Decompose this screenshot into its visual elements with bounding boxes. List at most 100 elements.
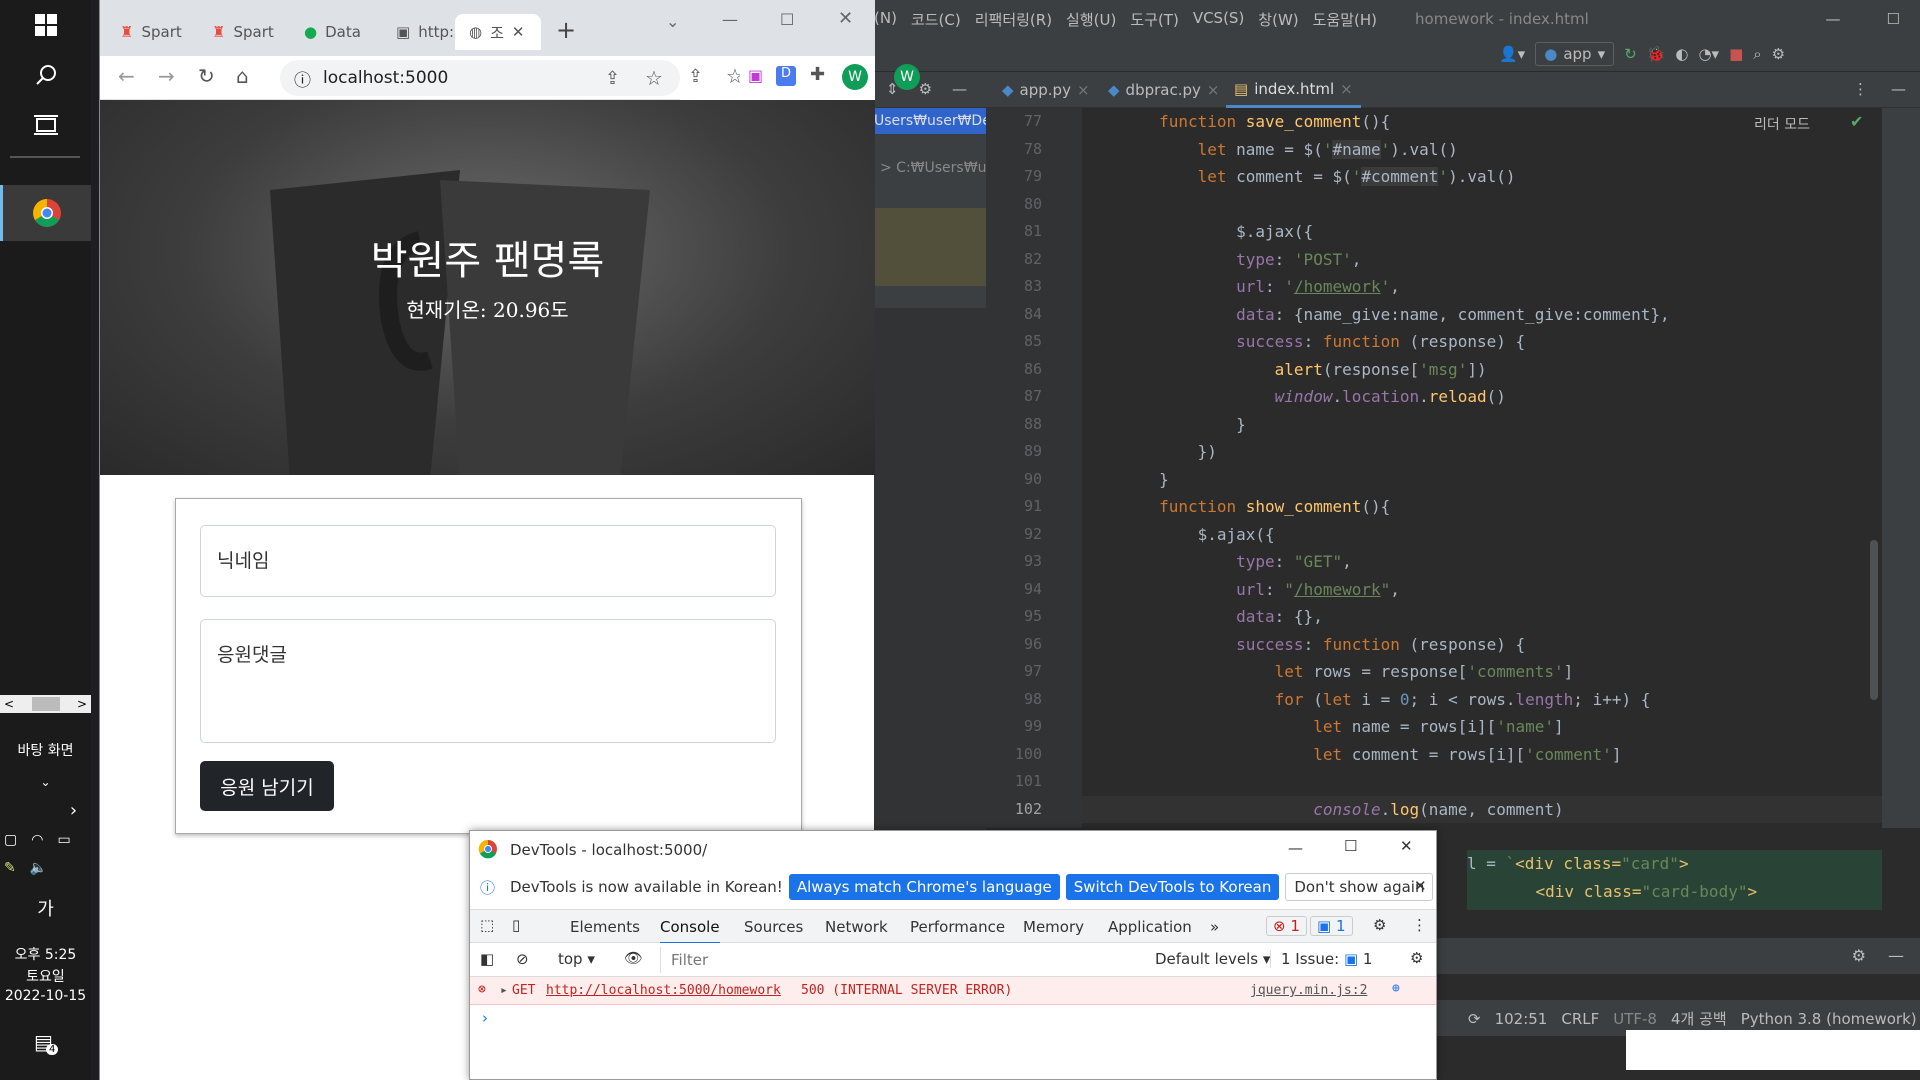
search-button[interactable] <box>0 50 91 100</box>
sidebar-toggle-icon[interactable]: ◧ <box>480 950 494 968</box>
battery-icon[interactable]: ▭ <box>57 832 70 848</box>
tab-search-icon[interactable]: ⌄ <box>666 12 679 31</box>
menu-item[interactable]: 창(W) <box>1258 9 1298 30</box>
menu-item[interactable]: 도구(T) <box>1130 9 1178 30</box>
issues-button[interactable]: 1 Issue: ▣ 1 <box>1270 950 1372 968</box>
run-config-select[interactable]: ● app ▾ <box>1535 42 1615 66</box>
eye-icon[interactable]: 👁 <box>624 949 643 967</box>
submit-button[interactable]: 응원 남기기 <box>200 761 334 811</box>
cursor-position[interactable]: 102:51 <box>1495 1010 1548 1028</box>
info-icon[interactable]: ⓘ <box>294 66 311 91</box>
line-separator[interactable]: CRLF <box>1561 1010 1599 1028</box>
tab-index-html[interactable]: ▤ index.html × <box>1226 72 1361 108</box>
forward-icon[interactable]: → <box>158 64 175 88</box>
extension-icon[interactable]: ▣ <box>748 66 763 85</box>
editor-scrollbar[interactable] <box>1870 540 1878 700</box>
error-url[interactable]: http://localhost:5000/homework <box>546 983 781 998</box>
new-tab-button[interactable]: + <box>556 16 576 44</box>
project-path-item[interactable]: > C:₩Users₩us <box>880 160 986 176</box>
code-editor[interactable]: function save_comment(){ let name = $('#… <box>1082 108 1882 828</box>
tab-app-py[interactable]: ◆ app.py × <box>994 72 1098 108</box>
menu-item[interactable]: 리팩터링(R) <box>975 9 1052 30</box>
menu-item[interactable]: VCS(S) <box>1193 9 1244 30</box>
maximize-icon[interactable]: ☐ <box>1887 10 1900 28</box>
gear-icon[interactable]: ⚙ <box>919 80 932 98</box>
filter-input[interactable]: Filter <box>660 947 1070 973</box>
error-counter[interactable]: ⊗ 1 <box>1266 916 1307 936</box>
close-icon[interactable]: × <box>1340 80 1353 98</box>
expand-icon[interactable]: ▸ <box>500 983 508 998</box>
context-select[interactable]: top ▾ <box>558 950 595 968</box>
menu-item[interactable]: (N) <box>874 9 897 30</box>
home-icon[interactable]: ⌂ <box>236 64 249 88</box>
minimize-icon[interactable]: — <box>1288 839 1303 857</box>
project-path-selected[interactable]: Users₩user₩Des <box>874 108 986 134</box>
close-icon[interactable]: × <box>1077 81 1090 99</box>
scrollbar[interactable]: < > <box>0 695 91 713</box>
pen-icon[interactable]: ✎ <box>4 860 16 876</box>
console-prompt[interactable]: › <box>482 1009 488 1027</box>
ime-indicator[interactable]: 가 <box>0 895 91 921</box>
rerun-icon[interactable]: ↻ <box>1624 45 1637 63</box>
menu-item[interactable]: 도움말(H) <box>1313 9 1377 30</box>
file-encoding[interactable]: UTF-8 <box>1613 1010 1657 1028</box>
share-icon[interactable]: ⇪ <box>605 68 620 89</box>
maximize-icon[interactable]: ☐ <box>780 10 794 29</box>
star-icon[interactable]: ☆ <box>645 66 663 90</box>
hide-icon[interactable]: — <box>952 80 967 98</box>
chrome-tab-5[interactable]: ◍ 조 ✕ <box>455 14 541 50</box>
gear-icon[interactable]: ⚙ <box>1852 946 1866 965</box>
tab-sources[interactable]: Sources <box>744 910 803 944</box>
task-view-button[interactable] <box>0 100 91 150</box>
sync-icon[interactable]: ⟳ <box>1468 1010 1481 1028</box>
levels-select[interactable]: Default levels ▾ <box>1155 950 1270 968</box>
tab-elements[interactable]: Elements <box>570 910 640 944</box>
switch-korean-button[interactable]: Switch DevTools to Korean <box>1065 874 1280 900</box>
clock-date[interactable]: 2022-10-15 <box>0 988 91 1004</box>
volume-icon[interactable]: 🔈 <box>30 860 47 876</box>
chrome-tab-3[interactable]: ● Data <box>290 14 376 50</box>
more-icon[interactable]: ⋮ <box>1853 80 1868 98</box>
notification-button[interactable]: ▤ 4 <box>34 1030 59 1055</box>
inspect-icon[interactable]: ⬚ <box>480 916 494 934</box>
tab-performance[interactable]: Performance <box>910 910 1005 944</box>
chrome-taskbar-button[interactable] <box>0 185 91 241</box>
settings-icon[interactable]: ⚙ <box>1373 916 1386 934</box>
puzzle-icon[interactable]: ✚ <box>810 64 825 85</box>
more-icon[interactable]: ⋮ <box>1412 916 1427 934</box>
close-icon[interactable]: × <box>1207 81 1220 99</box>
profile-avatar[interactable]: W <box>842 64 868 90</box>
start-button[interactable] <box>0 0 91 50</box>
minimize-icon[interactable]: — <box>1826 10 1841 28</box>
maximize-icon[interactable]: ☐ <box>1344 837 1357 855</box>
user-icon[interactable]: 👤▾ <box>1499 45 1525 63</box>
menu-item[interactable]: 코드(C) <box>911 9 961 30</box>
tab-network[interactable]: Network <box>825 910 888 944</box>
indent-setting[interactable]: 4개 공백 <box>1671 1008 1727 1029</box>
back-icon[interactable]: ← <box>118 64 135 88</box>
chrome-tab-2[interactable]: ♜ Spart <box>198 14 284 50</box>
profile-icon[interactable]: ◔▾ <box>1698 45 1719 63</box>
profile-avatar[interactable]: W <box>894 64 920 90</box>
tab-application[interactable]: Application <box>1108 910 1192 944</box>
share-icon[interactable]: ⇪ <box>688 66 703 87</box>
minimize-icon[interactable]: — <box>722 10 738 29</box>
interpreter[interactable]: Python 3.8 (homework) <box>1741 1010 1917 1028</box>
menu-item[interactable]: 실행(U) <box>1066 9 1116 30</box>
dont-show-button[interactable]: Don't show again <box>1285 873 1434 901</box>
close-icon[interactable]: ✕ <box>1400 837 1413 855</box>
settings-icon[interactable]: ⚙ <box>1772 45 1785 63</box>
device-toggle-icon[interactable]: ▯ <box>512 916 520 934</box>
tab-dbprac-py[interactable]: ◆ dbprac.py × <box>1100 72 1227 108</box>
message-counter[interactable]: ▣ 1 <box>1310 916 1353 936</box>
chevron-down-icon[interactable]: ⌄ <box>0 775 91 789</box>
extension-d-icon[interactable]: D <box>776 66 796 86</box>
reader-mode-label[interactable]: 리더 모드 <box>1754 114 1810 134</box>
debug-icon[interactable]: 🐞 <box>1647 45 1666 63</box>
tab-console[interactable]: Console <box>660 910 720 944</box>
nickname-input[interactable]: 닉네임 <box>200 525 776 597</box>
clock-time[interactable]: 오후 5:25 <box>0 944 91 964</box>
more-tabs-icon[interactable]: » <box>1210 910 1219 944</box>
clear-console-icon[interactable]: ⊘ <box>516 950 529 968</box>
close-window-icon[interactable]: ✕ <box>838 8 853 29</box>
